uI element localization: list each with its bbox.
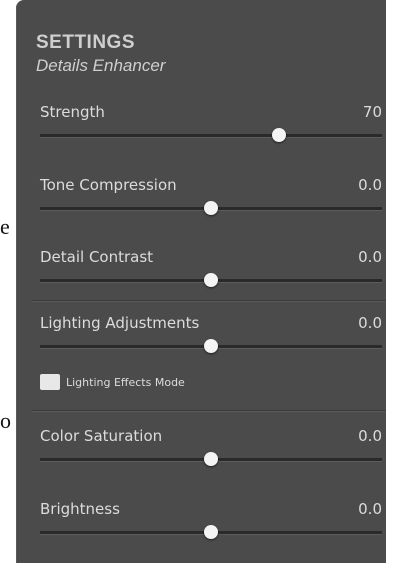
slider-thumb[interactable] (204, 525, 218, 539)
background-text-fragment: e (0, 214, 10, 239)
slider-value[interactable]: 0.0 (358, 500, 382, 518)
slider-track[interactable] (40, 128, 382, 142)
slider-track[interactable] (40, 201, 382, 215)
checkbox-label: Lighting Effects Mode (66, 376, 185, 389)
slider-track[interactable] (40, 525, 382, 539)
slider-thumb[interactable] (204, 452, 218, 466)
slider-thumb[interactable] (204, 273, 218, 287)
slider-thumb[interactable] (204, 201, 218, 215)
slider-track[interactable] (40, 452, 382, 466)
slider-label: Tone Compression (40, 176, 177, 194)
slider-thumb[interactable] (204, 339, 218, 353)
slider-label: Lighting Adjustments (40, 314, 200, 332)
slider-value[interactable]: 0.0 (358, 314, 382, 332)
panel-subtitle: Details Enhancer (36, 56, 166, 75)
slider-value[interactable]: 0.0 (358, 427, 382, 445)
slider-value[interactable]: 0.0 (358, 176, 382, 194)
slider-value[interactable]: 70 (363, 103, 382, 121)
slider-label: Color Saturation (40, 427, 163, 445)
slider-label: Strength (40, 103, 105, 121)
slider-label: Detail Contrast (40, 248, 154, 266)
settings-panel: SETTINGS Details Enhancer Strength 70 To… (16, 0, 386, 563)
slider-value[interactable]: 0.0 (358, 248, 382, 266)
lighting-effects-mode-checkbox[interactable] (40, 374, 60, 390)
slider-track[interactable] (40, 339, 382, 353)
background-text-fragment: o (0, 408, 11, 433)
slider-label: Brightness (40, 500, 120, 518)
section-divider (32, 300, 386, 301)
panel-title: SETTINGS (36, 32, 136, 53)
section-divider (32, 410, 386, 411)
slider-thumb[interactable] (272, 128, 287, 142)
slider-track[interactable] (40, 273, 382, 287)
